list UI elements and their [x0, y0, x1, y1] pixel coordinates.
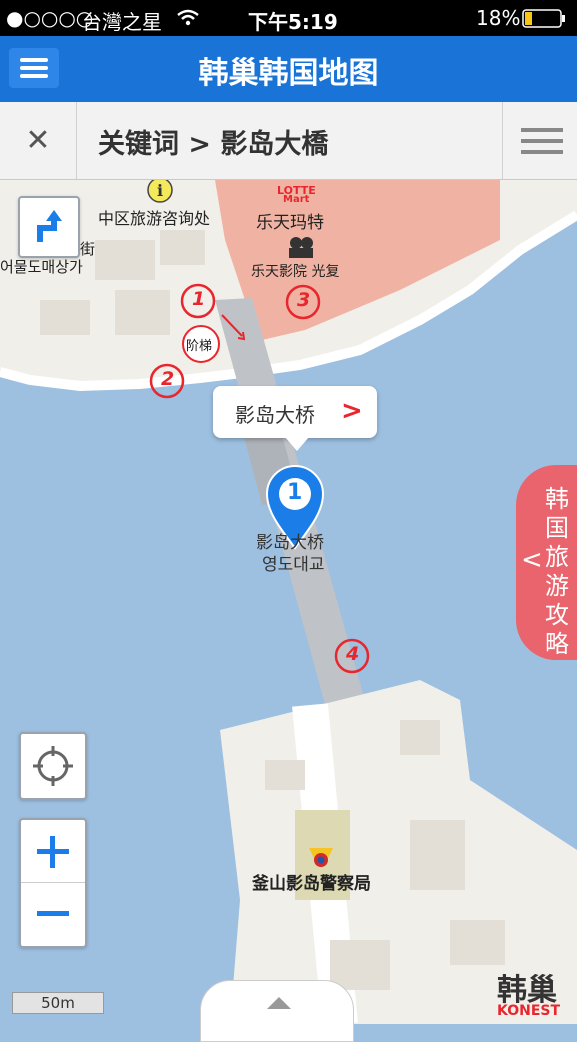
- police-label[interactable]: 釜山影岛警察局: [252, 869, 371, 894]
- lotte-mart-label[interactable]: 乐天玛特: [256, 208, 324, 233]
- travel-guide-label: 韩国旅游攻略: [545, 485, 569, 658]
- battery-percent: 18%: [476, 6, 521, 30]
- annotation-number: 3: [297, 289, 311, 311]
- locate-button[interactable]: [19, 732, 87, 800]
- svg-text:i: i: [157, 181, 163, 200]
- lotte-cinema-label[interactable]: 乐天影院 光复: [251, 261, 339, 281]
- chevron-up-icon: [267, 997, 291, 1009]
- info-center-label[interactable]: 中区旅游咨询处: [98, 205, 210, 229]
- bridge-kr-label[interactable]: 영도대교: [262, 550, 325, 575]
- wifi-icon: [177, 9, 199, 26]
- map-scale: 50m: [12, 992, 104, 1014]
- lotte-logo-bottom: Mart: [283, 194, 310, 205]
- callout-label: 影岛大桥: [235, 403, 315, 427]
- building: [400, 720, 440, 755]
- map-view[interactable]: i 中区旅游咨询处 LOTTE Mart 乐天玛特 乐天影院 光复 街 어물도매…: [0, 180, 577, 1024]
- zoom-in-button[interactable]: [21, 820, 85, 883]
- building: [450, 920, 505, 965]
- list-view-button[interactable]: [502, 102, 577, 179]
- directions-icon: [37, 210, 62, 242]
- app-title: 韩巢韩国地图: [198, 56, 379, 91]
- close-icon: ✕: [25, 123, 51, 158]
- marker-number[interactable]: 1: [287, 480, 302, 505]
- travel-guide-tab[interactable]: < 韩国旅游攻略: [516, 465, 577, 660]
- konest-logo-en: KONEST: [497, 1003, 561, 1019]
- signal-indicator: ●○○○○: [6, 6, 94, 30]
- place-callout[interactable]: 影岛大桥 >: [213, 386, 377, 451]
- zoom-controls: [19, 818, 87, 948]
- stairs-label: 阶梯: [186, 339, 213, 354]
- app-bar: 韩巢韩国地图: [0, 36, 577, 102]
- crosshair-icon: [33, 746, 73, 786]
- status-bar: ●○○○○ 台灣之星 下午5:19 18%: [0, 0, 577, 36]
- building: [95, 240, 155, 280]
- building: [410, 820, 465, 890]
- building: [160, 230, 205, 265]
- building: [40, 300, 90, 335]
- annotation-number: 2: [161, 368, 175, 390]
- annotation-number: 1: [192, 288, 206, 310]
- search-bar: ✕ 关键词 > 影岛大橋: [0, 102, 577, 180]
- chevron-right-icon: >: [341, 396, 363, 426]
- annotation-number: 4: [346, 643, 360, 665]
- bottom-drawer-handle[interactable]: [200, 980, 354, 1042]
- zoom-out-button[interactable]: [21, 883, 85, 945]
- building: [265, 760, 305, 790]
- building: [330, 940, 390, 990]
- carrier-label: 台灣之星: [82, 10, 162, 34]
- close-button[interactable]: ✕: [0, 102, 77, 179]
- battery-icon: [522, 9, 565, 28]
- callout-pointer: [285, 437, 309, 451]
- plus-icon: [37, 836, 69, 868]
- clock: 下午5:19: [248, 10, 338, 34]
- minus-icon: [37, 911, 69, 916]
- search-keyword-title[interactable]: 关键词 > 影岛大橋: [98, 122, 328, 161]
- directions-button[interactable]: [18, 196, 80, 258]
- chevron-left-icon: <: [521, 545, 543, 575]
- building: [115, 290, 170, 335]
